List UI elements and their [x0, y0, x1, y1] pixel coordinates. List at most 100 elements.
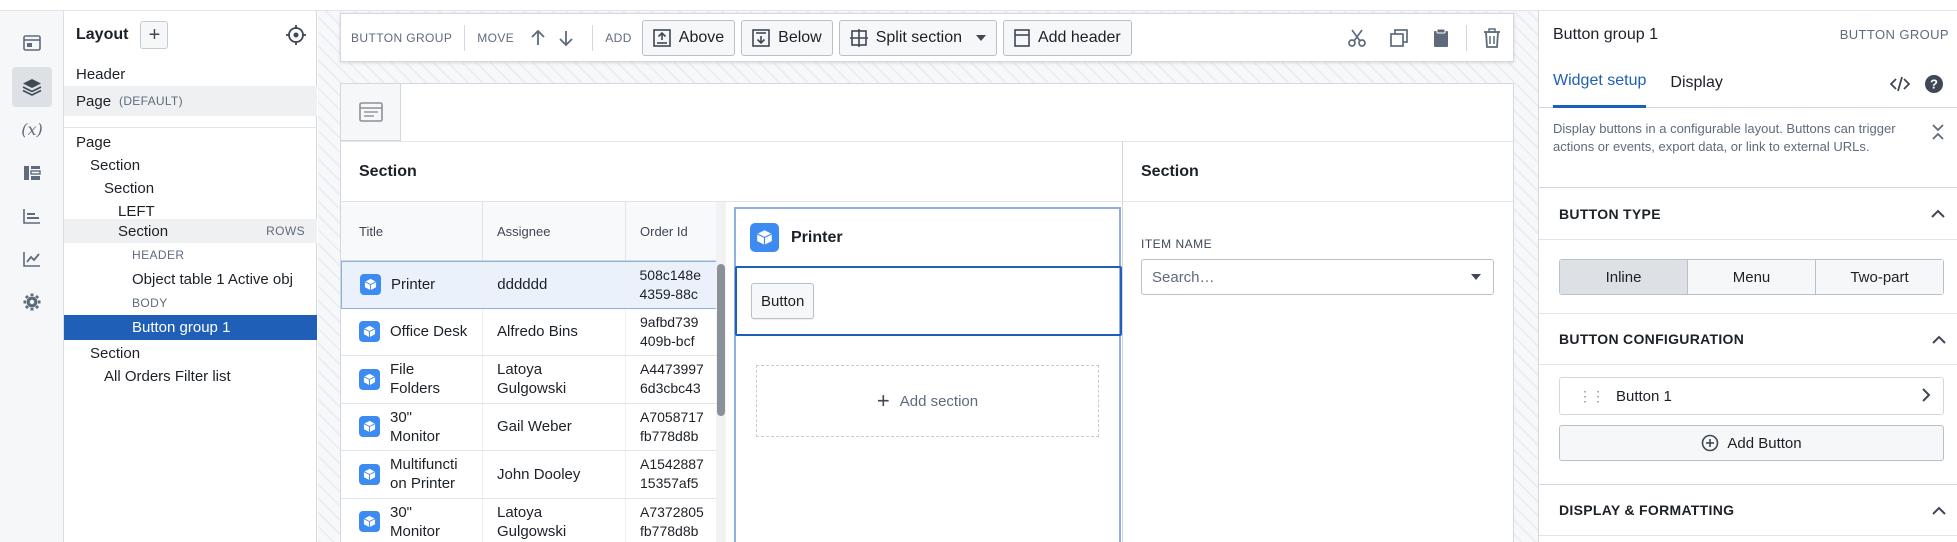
clipboard-icon[interactable] [1420, 14, 1462, 61]
add-above-button[interactable]: Above [641, 19, 736, 56]
column-header-title[interactable]: Title [341, 202, 483, 260]
section-heading: BUTTON CONFIGURATION [1559, 331, 1745, 347]
table-scrollbar[interactable] [716, 202, 726, 542]
table-row[interactable]: Office Desk Alfredo Bins 9afbd739 409b-b… [341, 308, 726, 356]
tree-caption: BODY [132, 296, 168, 310]
button-type-inline[interactable]: Inline [1560, 260, 1688, 294]
tree-caption: HEADER [132, 248, 185, 262]
toolbar-widget-type: BUTTON GROUP [351, 30, 453, 45]
cell-title: 30" Monitor [390, 408, 441, 445]
page-default-item[interactable]: Page (DEFAULT) [64, 86, 317, 116]
split-section-button[interactable]: Split section [838, 19, 997, 56]
tab-display[interactable]: Display [1670, 58, 1722, 108]
target-icon[interactable] [286, 25, 306, 45]
object-icon [359, 416, 380, 438]
object-icon [359, 463, 380, 485]
button-type-menu[interactable]: Menu [1688, 260, 1816, 294]
help-icon[interactable]: ? [1923, 73, 1945, 95]
cell-order-id: A1542887 15357af5 [640, 456, 704, 492]
tab-widget-setup[interactable]: Widget setup [1553, 58, 1647, 108]
button-widget[interactable]: Button [751, 283, 815, 319]
split-icon [849, 28, 868, 47]
button-type-two-part[interactable]: Two-part [1816, 260, 1943, 294]
config-header: Button group 1 BUTTON GROUP [1539, 11, 1957, 58]
add-header-label: Add header [1037, 28, 1121, 46]
cell-title: Multifuncti on Printer [390, 456, 458, 493]
section-right[interactable]: Section ITEM NAME Search… [1123, 141, 1515, 542]
tree-label: Button group 1 [132, 319, 231, 336]
default-badge: (DEFAULT) [119, 94, 183, 108]
table-row[interactable]: File Folders Latoya Gulgowski A4473997 6… [341, 356, 726, 404]
arrow-up-icon[interactable] [524, 24, 552, 52]
below-label: Below [778, 28, 822, 46]
metrics-icon[interactable] [12, 239, 52, 279]
scrollbar-thumb[interactable] [717, 264, 725, 416]
table-row[interactable]: Printer dddddd 508c148e 4359-88c [341, 261, 726, 309]
printer-title: Printer [791, 228, 843, 246]
add-below-button[interactable]: Below [741, 19, 833, 56]
section-title: Section [1123, 142, 1515, 202]
arrow-down-icon[interactable] [552, 24, 580, 52]
top-strip [0, 0, 1957, 11]
button-group-widget[interactable]: Button [735, 266, 1122, 336]
display-formatting-heading[interactable]: DISPLAY & FORMATTING [1539, 484, 1957, 536]
settings-icon[interactable] [12, 282, 52, 322]
tree-label: Section [90, 156, 141, 174]
widget-name[interactable]: Button group 1 [1553, 26, 1658, 44]
section-left[interactable]: Section Title Assignee Order Id Printer … [341, 141, 1123, 542]
add-header-button[interactable]: Add header [1002, 19, 1132, 56]
trash-icon[interactable] [1471, 14, 1513, 61]
printer-header: Printer [736, 209, 1119, 266]
button-1-item[interactable]: ⋮⋮ Button 1 [1559, 377, 1944, 415]
layout-header-item[interactable]: Header [64, 59, 317, 89]
tree-cap-body: BODY [64, 291, 317, 315]
chart-icon[interactable] [12, 196, 52, 236]
column-header-order-id[interactable]: Order Id [626, 202, 726, 260]
button-type-selector: Inline Menu Two-part [1559, 259, 1944, 295]
layout-icon[interactable] [12, 153, 52, 193]
layout-header: Layout + [64, 11, 316, 59]
layout-title: Layout [76, 26, 129, 43]
object-table: Title Assignee Order Id Printer dddddd 5… [341, 202, 726, 542]
page-icon[interactable] [341, 84, 401, 141]
cell-assignee: Gail Weber [497, 418, 572, 436]
config-tabs: Widget setup Display ? [1539, 58, 1957, 108]
add-section-button[interactable]: + Add section [756, 365, 1099, 437]
table-row[interactable]: 30" Monitor Gail Weber A7058717 fb778d8b [341, 403, 726, 451]
object-icon [750, 223, 779, 252]
button-type-heading[interactable]: BUTTON TYPE [1539, 188, 1957, 240]
table-row[interactable]: Multifuncti on Printer John Dooley A1542… [341, 451, 726, 499]
variables-glyph: (x) [21, 119, 43, 139]
drag-handle-icon[interactable]: ⋮⋮ [1578, 388, 1605, 405]
add-button-button[interactable]: Add Button [1559, 425, 1944, 461]
section-heading: DISPLAY & FORMATTING [1559, 502, 1735, 518]
button-config-heading[interactable]: BUTTON CONFIGURATION [1539, 313, 1957, 365]
layers-icon[interactable] [12, 67, 52, 107]
config-panel: Button group 1 BUTTON GROUP Widget setup… [1538, 11, 1957, 542]
tree-item-section-rows[interactable]: Section ROWS [64, 219, 317, 243]
duplicate-icon[interactable] [1378, 14, 1420, 61]
variables-icon[interactable]: (x) [12, 109, 52, 149]
cell-assignee: dddddd [497, 276, 548, 294]
svg-text:?: ? [1930, 77, 1938, 92]
toolbar-separator [592, 24, 594, 51]
tree-item-button-group[interactable]: Button group 1 [64, 315, 317, 340]
cell-title: Printer [391, 276, 436, 294]
printer-object-view: Printer Button + Add section [734, 207, 1122, 542]
app-icon[interactable] [12, 23, 52, 63]
table-row[interactable]: 30" Monitor Latoya Gulgowski A7372805 fb… [341, 498, 726, 542]
code-icon[interactable] [1889, 73, 1911, 95]
item-name-search[interactable]: Search… [1141, 259, 1494, 295]
tree-item-filter-list[interactable]: All Orders Filter list [64, 361, 317, 391]
toolbar-add-label: ADD [605, 30, 632, 45]
collapse-icon[interactable] [1931, 124, 1945, 145]
icon-rail: (x) [0, 11, 64, 542]
add-layout-button[interactable]: + [140, 21, 169, 49]
tree-label: All Orders Filter list [104, 367, 231, 385]
page-label: Page [76, 92, 112, 110]
search-placeholder: Search… [1152, 268, 1215, 286]
column-header-assignee[interactable]: Assignee [483, 202, 626, 260]
cut-icon[interactable] [1336, 14, 1378, 61]
widget-description: Display buttons in a configurable layout… [1539, 108, 1957, 188]
tree-item-object-table[interactable]: Object table 1 Active obj [64, 267, 317, 291]
